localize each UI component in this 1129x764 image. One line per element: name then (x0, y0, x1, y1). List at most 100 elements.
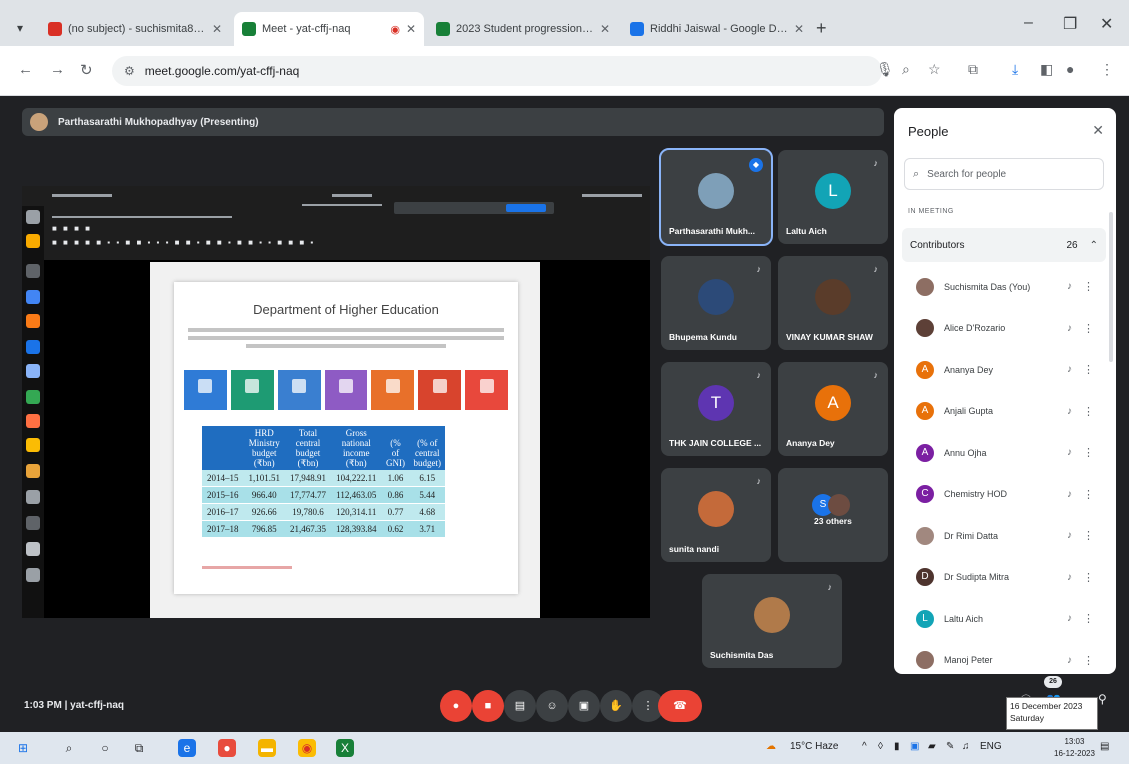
tab-docs[interactable]: Riddhi Jaiswal - Google Docs ✕ (622, 12, 812, 46)
download-icon[interactable]: ⤓ (1012, 61, 1018, 78)
more-options-icon[interactable]: ⋮ (1083, 529, 1094, 542)
tab-close-icon[interactable]: ✕ (212, 22, 222, 36)
camera-button[interactable]: ■ (472, 690, 504, 722)
forward-icon[interactable]: → (50, 61, 65, 78)
more-options-icon[interactable]: ⋮ (1083, 405, 1094, 418)
tab-close-icon[interactable]: ✕ (600, 22, 610, 36)
mic-button[interactable]: ● (440, 690, 472, 722)
network-icon[interactable]: ▰ (928, 741, 936, 752)
speaking-indicator-icon: ◆ (749, 158, 763, 172)
tab-close-icon[interactable]: ✕ (794, 22, 804, 36)
people-list-item[interactable]: C Chemistry HOD ♪ ⋮ (894, 474, 1104, 516)
tooltip-day: Saturday (1010, 713, 1045, 723)
person-name: Anjali Gupta (944, 406, 994, 417)
tray-chevron-icon[interactable]: ^ (862, 741, 867, 752)
side-panel-icon[interactable]: ◧ (1040, 61, 1053, 78)
participant-tile[interactable]: L ♪ Laltu Aich (778, 150, 888, 244)
shared-screen[interactable]: ■ ■ ■ ■ ■ ■ ■ ■ ■ ▪ ▪ ■ ■ ▪ ▪ ▪ ■ ■ ▪ ■ … (22, 186, 650, 618)
emoji-button[interactable]: ☺ (536, 690, 568, 722)
more-options-icon[interactable]: ⋮ (1083, 322, 1094, 335)
participant-tile[interactable]: ♪ VINAY KUMAR SHAW (778, 256, 888, 350)
people-list-item[interactable]: A Annu Ojha ♪ ⋮ (894, 432, 1104, 474)
self-tile[interactable]: ♪ Suchismita Das (702, 574, 842, 668)
notifications-icon[interactable]: ▤ (1100, 741, 1109, 752)
tray-dropbox-icon[interactable]: ◊ (878, 741, 883, 752)
language-indicator[interactable]: ENG (980, 741, 1002, 752)
participant-avatar (698, 491, 734, 527)
more-options-icon[interactable]: ⋮ (1083, 446, 1094, 459)
contributors-toggle[interactable]: Contributors 26 ⌃ (902, 228, 1106, 262)
people-search-box[interactable]: ⌕ (904, 158, 1104, 190)
tab-sheets[interactable]: 2023 Student progression dat... ✕ (428, 12, 618, 46)
pen-icon[interactable]: ✎ (946, 741, 954, 752)
extensions-icon[interactable]: ⧉ (968, 61, 978, 78)
new-tab-icon[interactable]: + (816, 18, 827, 39)
minimize-icon[interactable]: – (1024, 14, 1033, 32)
end-call-button[interactable]: ☎ (658, 690, 702, 722)
others-tile[interactable]: S 23 others (778, 468, 888, 562)
participant-tile[interactable]: ◆ Parthasarathi Mukh... (659, 148, 773, 246)
volume-icon[interactable]: ♫ (962, 741, 970, 752)
participant-tile[interactable]: T ♪ THK JAIN COLLEGE ... (661, 362, 771, 456)
zoom-icon[interactable]: ⌕ (902, 61, 910, 78)
captions-button[interactable]: ▤ (504, 690, 536, 722)
search-input[interactable] (927, 168, 1088, 180)
tab-meet[interactable]: Meet - yat-cffj-naq ◉ ✕ (234, 12, 424, 46)
close-icon[interactable]: ✕ (1092, 122, 1104, 139)
profile-avatar[interactable]: ● (1066, 61, 1074, 77)
tray-app-icon[interactable]: ▣ (910, 741, 919, 752)
budget-table: HRD Ministry budget (₹bn) Total central … (202, 426, 445, 538)
cortana-icon[interactable]: ○ (96, 739, 114, 757)
more-options-icon[interactable]: ⋮ (1083, 488, 1094, 501)
menu-icon[interactable]: ⋮ (1100, 61, 1114, 78)
browser-toolbar: ← → ↻ ⚙ meet.google.com/yat-cffj-naq 🎙 ⌕… (0, 46, 1129, 96)
tab-gmail[interactable]: (no subject) - suchismita87@... ✕ (40, 12, 230, 46)
bookmark-star-icon[interactable]: ☆ (928, 61, 941, 78)
tab-search-icon[interactable]: ▾ (10, 18, 30, 38)
excel-icon[interactable]: X (336, 739, 354, 757)
service-tile (230, 370, 274, 410)
more-options-icon[interactable]: ⋮ (1083, 363, 1094, 376)
file-explorer-icon[interactable]: ▬ (258, 739, 276, 757)
windows-start-icon[interactable]: ⊞ (14, 739, 32, 757)
task-view-icon[interactable]: ⧉ (130, 739, 148, 757)
paint-icon[interactable]: ● (218, 739, 236, 757)
people-list-item[interactable]: Dr Rimi Datta ♪ ⋮ (894, 515, 1104, 557)
people-list-item[interactable]: D Dr Sudipta Mitra ♪ ⋮ (894, 557, 1104, 599)
more-options-icon[interactable]: ⋮ (1083, 280, 1094, 293)
person-name: Dr Rimi Datta (944, 530, 999, 541)
participant-tile[interactable]: A ♪ Ananya Dey (778, 362, 888, 456)
service-tile (371, 370, 415, 410)
participant-tile[interactable]: ♪ sunita nandi (661, 468, 771, 562)
people-list-item[interactable]: Suchismita Das (You) ♪ ⋮ (894, 266, 1104, 308)
chrome-icon[interactable]: ◉ (298, 739, 316, 757)
people-list-item[interactable]: A Anjali Gupta ♪ ⋮ (894, 391, 1104, 433)
more-options-icon[interactable]: ⋮ (1083, 571, 1094, 584)
site-settings-icon[interactable]: ⚙ (124, 64, 135, 78)
reload-icon[interactable]: ↻ (80, 61, 93, 79)
tray-usb-icon[interactable]: ▮ (894, 741, 900, 752)
people-list-item[interactable]: Alice D'Rozario ♪ ⋮ (894, 308, 1104, 350)
people-list-item[interactable]: Manoj Peter ♪ ⋮ (894, 640, 1104, 675)
restore-icon[interactable]: ❐ (1063, 14, 1077, 34)
raise-hand-button[interactable]: ✋ (600, 690, 632, 722)
close-window-icon[interactable]: ✕ (1100, 14, 1113, 34)
people-scrollbar[interactable] (1109, 212, 1113, 362)
activities-icon[interactable]: ⚲ (1098, 692, 1107, 706)
participant-tile[interactable]: ♪ Bhupema Kundu (661, 256, 771, 350)
tab-close-icon[interactable]: ✕ (406, 22, 416, 36)
people-list-item[interactable]: L Laltu Aich ♪ ⋮ (894, 598, 1104, 640)
microphone-icon[interactable]: 🎙 (876, 61, 894, 78)
people-list-item[interactable]: A Ananya Dey ♪ ⋮ (894, 349, 1104, 391)
taskbar-clock[interactable]: 13:03 16-12-2023 (1054, 736, 1095, 760)
slide-footnote (202, 566, 292, 569)
edge-icon[interactable]: e (178, 739, 196, 757)
table-cell: 0.62 (381, 520, 410, 538)
address-bar[interactable]: ⚙ meet.google.com/yat-cffj-naq (112, 56, 882, 86)
present-button[interactable]: ▣ (568, 690, 600, 722)
more-options-icon[interactable]: ⋮ (1083, 654, 1094, 667)
table-cell: 17,774.77 (285, 486, 331, 504)
search-icon[interactable]: ⌕ (60, 739, 78, 757)
back-icon[interactable]: ← (18, 61, 33, 78)
more-options-icon[interactable]: ⋮ (1083, 612, 1094, 625)
